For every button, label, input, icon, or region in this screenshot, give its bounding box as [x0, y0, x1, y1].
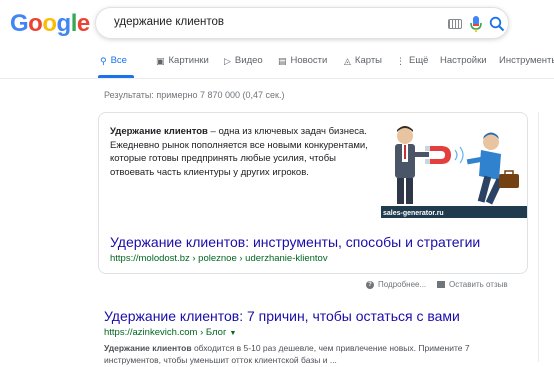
about-label: Подробнее...	[378, 280, 427, 289]
keyboard-icon[interactable]	[448, 19, 462, 29]
result-title-link[interactable]: Удержание клиентов: 7 причин, чтобы оста…	[104, 308, 460, 324]
logo-letter: e	[76, 10, 90, 37]
tab-label: Все	[110, 55, 127, 66]
help-icon: ?	[366, 280, 374, 289]
results-count: Результаты: примерно 7 870 000 (0,47 сек…	[104, 90, 285, 100]
featured-snippet: Удержание клиентов – одна из ключевых за…	[98, 112, 528, 274]
snippet-text: Удержание клиентов – одна из ключевых за…	[110, 125, 375, 179]
result-url-text: https://azinkevich.com › Блог	[104, 327, 227, 338]
snippet-title-link[interactable]: Удержание клиентов: инструменты, способы…	[110, 234, 480, 250]
search-icon: ⚲	[100, 55, 107, 66]
feedback-label: Оставить отзыв	[449, 280, 508, 289]
tab-images[interactable]: ▣ Картинки	[156, 55, 209, 66]
play-icon: ▷	[224, 55, 231, 66]
tab-label: Новости	[290, 55, 328, 66]
logo-letter: o	[28, 10, 43, 37]
snippet-url[interactable]: https://molodost.bz › poleznoe › uderzha…	[110, 253, 328, 264]
tab-label: Картинки	[168, 55, 209, 66]
feedback-link[interactable]: Оставить отзыв	[437, 280, 508, 289]
about-snippet-link[interactable]: ? Подробнее...	[366, 280, 426, 289]
feedback-icon	[437, 281, 445, 288]
tab-maps[interactable]: ◬ Карты	[344, 55, 382, 66]
tab-label: Инструменты	[499, 55, 554, 66]
google-logo[interactable]: Google	[10, 10, 90, 38]
header-divider	[0, 78, 554, 79]
logo-letter: g	[56, 10, 72, 37]
image-icon: ▣	[156, 55, 165, 66]
tab-tools[interactable]: Инструменты	[499, 55, 554, 66]
tab-label: Ещё	[409, 55, 429, 66]
result-desc-bold: Удержание клиентов	[104, 343, 192, 353]
result-url[interactable]: https://azinkevich.com › Блог ▼	[104, 327, 236, 338]
tab-label: Видео	[234, 55, 263, 66]
tab-news[interactable]: ▤ Новости	[278, 55, 327, 66]
tab-more[interactable]: ⋮ Ещё	[396, 55, 428, 66]
tab-settings[interactable]: Настройки	[440, 55, 487, 66]
more-icon: ⋮	[396, 55, 405, 66]
tab-label: Карты	[354, 55, 382, 66]
map-icon: ◬	[344, 55, 351, 66]
chevron-down-icon[interactable]: ▼	[229, 330, 236, 337]
logo-letter: o	[42, 10, 57, 37]
tab-all[interactable]: ⚲ Все	[100, 55, 127, 66]
snippet-image[interactable]: sales-generator.ru	[381, 114, 527, 218]
search-input[interactable]: удержание клиентов	[114, 16, 224, 28]
magnet-illustration	[381, 114, 527, 218]
tab-label: Настройки	[440, 55, 487, 66]
logo-letter: G	[10, 10, 29, 37]
search-box[interactable]: удержание клиентов	[95, 7, 509, 39]
search-icon[interactable]	[488, 15, 506, 33]
tab-video[interactable]: ▷ Видео	[224, 55, 263, 66]
result-description: Удержание клиентов обходится в 5-10 раз …	[104, 342, 514, 366]
microphone-icon[interactable]	[469, 15, 483, 33]
news-icon: ▤	[278, 55, 287, 66]
knowledge-panel-edge	[538, 112, 554, 362]
image-caption: sales-generator.ru	[383, 210, 444, 217]
snippet-bold-lead: Удержание клиентов	[110, 126, 208, 137]
